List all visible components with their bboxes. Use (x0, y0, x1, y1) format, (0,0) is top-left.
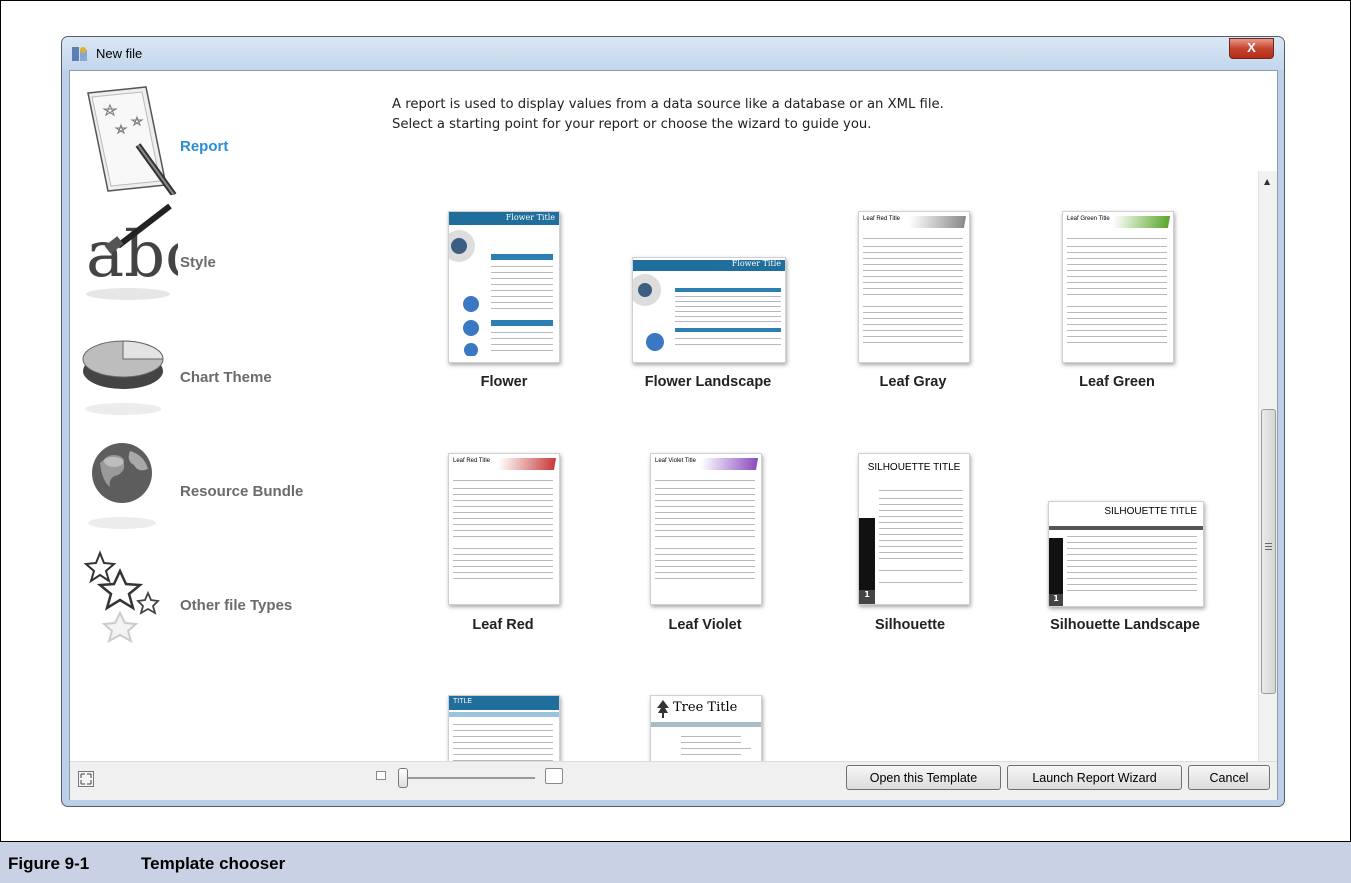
figure-caption-text: Template chooser (141, 854, 286, 873)
template-name: Flower (480, 374, 528, 390)
sidebar-item-chart-theme[interactable]: Chart Theme (70, 311, 390, 421)
sidebar-item-label: Report (180, 138, 229, 155)
zoom-slider[interactable] (399, 777, 535, 779)
close-button[interactable]: X (1229, 38, 1274, 59)
template-gallery: Flower Title Flower Flower Title Flower … (400, 175, 1248, 787)
sidebar-item-label: Chart Theme (180, 369, 272, 386)
stars-icon (83, 550, 160, 644)
window-title: New file (96, 46, 143, 61)
template-name: Leaf Red (472, 617, 534, 633)
cancel-button[interactable]: Cancel (1188, 765, 1270, 790)
figure-number: Figure 9-1 (8, 854, 90, 873)
zoom-large-icon (545, 768, 563, 784)
launch-wizard-button[interactable]: Launch Report Wizard (1007, 765, 1182, 790)
zoom-small-icon (376, 771, 386, 780)
template-thumbnail: Flower Title (632, 257, 786, 363)
style-icon: abc (86, 203, 178, 300)
template-thumbnail: Flower Title (448, 211, 560, 363)
template-thumbnail: Leaf Red Title (858, 211, 970, 363)
template-name: Leaf Gray (879, 374, 947, 390)
title-bar: New file X (62, 37, 1284, 70)
sidebar-item-other-file-types[interactable]: Other file Types (70, 539, 390, 649)
chart-theme-icon (82, 340, 164, 415)
template-thumbnail: SILHOUETTE TITLE 1 (1048, 501, 1204, 607)
template-thumbnail: Leaf Red Title (448, 453, 560, 605)
template-name: Silhouette (874, 617, 946, 633)
sidebar-item-style[interactable]: abc Style (70, 196, 390, 306)
scroll-thumb[interactable] (1261, 409, 1276, 694)
zoom-slider-handle[interactable] (398, 768, 408, 788)
template-thumbnail: Leaf Green Title (1062, 211, 1174, 363)
sidebar-item-label: Other file Types (180, 597, 293, 614)
description-line: A report is used to display values from … (392, 97, 944, 112)
template-name: Leaf Violet (668, 617, 742, 633)
sidebar-item-report[interactable]: Report (70, 83, 390, 195)
description-line: Select a starting point for your report … (392, 117, 872, 132)
report-icon (87, 86, 177, 195)
figure-caption: Figure 9-1 Template chooser (0, 841, 1351, 883)
template-name: Silhouette Landscape (1050, 617, 1200, 633)
expand-icon[interactable] (78, 771, 94, 787)
scroll-up-icon[interactable]: ▲ (1264, 177, 1270, 186)
vertical-scrollbar[interactable]: ▲ ▼ (1258, 171, 1277, 786)
category-sidebar: Report abc Style Chart Theme (70, 71, 390, 761)
open-template-button[interactable]: Open this Template (846, 765, 1001, 790)
sidebar-item-label: Resource Bundle (180, 483, 304, 500)
globe-icon (88, 443, 156, 529)
template-thumbnail: Leaf Violet Title (650, 453, 762, 605)
template-name: Leaf Green (1079, 374, 1155, 390)
svg-text:abc: abc (86, 218, 178, 292)
sidebar-item-resource-bundle[interactable]: Resource Bundle (70, 425, 390, 535)
template-thumbnail: SILHOUETTE TITLE 1 (858, 453, 970, 605)
app-icon (72, 47, 87, 61)
dialog-client: Report abc Style Chart Theme (69, 70, 1278, 800)
description: A report is used to display values from … (392, 95, 944, 135)
sidebar-item-label: Style (180, 254, 216, 271)
new-file-dialog: New file X Report abc (61, 36, 1285, 807)
template-name: Flower Landscape (644, 374, 772, 390)
